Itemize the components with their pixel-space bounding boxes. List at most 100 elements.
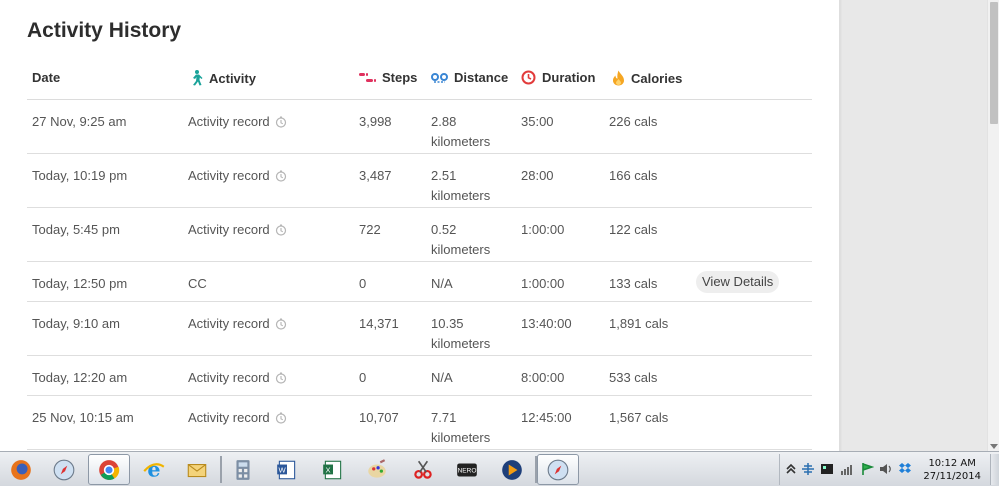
activity-table: Date Activity Steps Distance Duration Ca… xyxy=(27,58,812,450)
table-row[interactable]: Today, 9:10 am Activity record 14,371 10.35… xyxy=(27,302,812,356)
taskbar-button-snipping-tool[interactable] xyxy=(402,454,444,485)
flame-icon xyxy=(613,70,624,86)
taskbar-button-word[interactable]: W xyxy=(266,454,308,485)
chrome-icon xyxy=(99,459,120,480)
timer-icon xyxy=(275,318,286,330)
taskbar-button-safari[interactable] xyxy=(43,454,85,485)
cell-date: Today, 12:20 am xyxy=(32,370,128,385)
cell-steps: 0 xyxy=(359,276,367,291)
media-player-icon xyxy=(502,459,522,480)
firefox-icon xyxy=(11,459,31,480)
column-header-calories[interactable]: Calories xyxy=(612,70,682,86)
cell-duration: 13:40:00 xyxy=(521,316,572,331)
column-header-steps[interactable]: Steps xyxy=(359,70,417,85)
cell-calories: 133 cals xyxy=(609,276,658,291)
cell-distance: 10.35 kilometers xyxy=(431,316,491,351)
table-row[interactable]: 27 Nov, 9:25 am Activity record 3,998 2.88 … xyxy=(27,100,812,154)
system-clock[interactable]: 10:12 AM 27/11/2014 xyxy=(923,457,981,483)
column-header-date[interactable]: Date xyxy=(32,70,60,85)
table-row[interactable]: Today, 10:19 pm Activity record 3,487 2.51 … xyxy=(27,154,812,208)
column-header-activity[interactable]: Activity xyxy=(190,70,256,86)
cell-distance: 0.52 kilometers xyxy=(431,222,491,257)
nero-icon: NERO xyxy=(457,462,477,477)
cell-calories: 122 cals xyxy=(609,222,658,237)
activity-history-card: Activity History Date Activity Steps Dis… xyxy=(0,0,840,451)
show-desktop-button[interactable] xyxy=(990,454,999,485)
location-pins-icon xyxy=(431,72,448,83)
timer-icon xyxy=(275,372,286,384)
cell-date: Today, 5:45 pm xyxy=(32,222,120,237)
signal-strength-icon[interactable] xyxy=(840,462,854,476)
clock-time: 10:12 AM xyxy=(928,458,976,469)
cell-activity: Activity record xyxy=(188,166,287,186)
show-hidden-icons-icon[interactable] xyxy=(784,462,798,476)
table-row[interactable]: Today, 12:50 pm CC 0 N/A 1:00:00 133 cals View… xyxy=(27,262,812,302)
taskbar-button-media-player[interactable] xyxy=(491,454,533,485)
timer-icon xyxy=(275,116,286,128)
cell-activity: Activity record xyxy=(188,368,287,388)
table-row[interactable]: Today, 12:20 am Activity record 0 N/A 8:00:0… xyxy=(27,356,812,396)
cell-duration: 8:00:00 xyxy=(521,370,565,385)
taskbar-button-mail[interactable] xyxy=(176,454,218,485)
table-row[interactable]: 25 Nov, 10:15 am Activity record 10,707 7.7… xyxy=(27,396,812,450)
view-details-button[interactable]: View Details xyxy=(696,271,780,293)
safari-icon xyxy=(53,459,75,480)
timer-icon xyxy=(275,224,286,236)
cell-steps: 0 xyxy=(359,370,367,385)
column-header-distance[interactable]: Distance xyxy=(431,70,508,85)
cell-steps: 722 xyxy=(359,222,381,237)
cell-distance: N/A xyxy=(431,370,453,385)
safari-icon xyxy=(547,459,569,480)
cell-calories: 533 cals xyxy=(609,370,658,385)
cell-duration: 1:00:00 xyxy=(521,222,565,237)
taskbar-button-firefox[interactable] xyxy=(0,454,42,485)
cell-steps: 3,487 xyxy=(359,168,392,183)
cell-calories: 166 cals xyxy=(609,168,658,183)
cell-activity: Activity record xyxy=(188,408,287,428)
cell-activity: CC xyxy=(188,276,207,291)
svg-text:e: e xyxy=(147,458,160,482)
calculator-icon xyxy=(236,459,250,480)
svg-text:X: X xyxy=(326,465,331,474)
cell-distance: N/A xyxy=(431,276,453,291)
snipping-tool-icon xyxy=(414,460,432,479)
taskbar-button-chrome[interactable] xyxy=(88,454,130,485)
dropbox-icon[interactable] xyxy=(898,462,912,476)
cell-date: Today, 12:50 pm xyxy=(32,276,128,291)
system-tray: 10:12 AM 27/11/2014 xyxy=(779,454,999,485)
scrollbar-thumb[interactable] xyxy=(990,2,998,124)
taskbar-button-nero[interactable]: NERO xyxy=(446,454,488,485)
scroll-down-arrow-icon[interactable] xyxy=(990,444,998,449)
page-title: Activity History xyxy=(27,19,182,42)
cell-duration: 1:00:00 xyxy=(521,276,565,291)
cell-date: Today, 9:10 am xyxy=(32,316,120,331)
taskbar-separator xyxy=(220,456,222,483)
taskbar-button-safari[interactable] xyxy=(537,454,579,485)
taskbar-button-internet-explorer[interactable]: e xyxy=(133,454,175,485)
word-icon: W xyxy=(277,460,296,479)
table-header: Date Activity Steps Distance Duration Ca… xyxy=(27,58,812,100)
cell-date: 25 Nov, 10:15 am xyxy=(32,410,134,425)
taskbar-button-paint[interactable] xyxy=(356,454,398,485)
cell-activity: Activity record xyxy=(188,112,287,132)
cell-duration: 28:00 xyxy=(521,168,554,183)
flag-icon[interactable] xyxy=(860,462,874,476)
internet-explorer-icon: e xyxy=(143,458,165,482)
svg-text:W: W xyxy=(278,465,286,474)
timer-icon xyxy=(275,170,286,182)
volume-icon[interactable] xyxy=(879,462,893,476)
taskbar-button-calculator[interactable] xyxy=(222,454,264,485)
windows-taskbar: e W X NERO 10:12 AM 27/11/2014 xyxy=(0,451,999,486)
network-hub-icon[interactable] xyxy=(801,462,815,476)
cell-activity: Activity record xyxy=(188,314,287,334)
timer-icon xyxy=(275,412,286,424)
cell-duration: 12:45:00 xyxy=(521,410,572,425)
table-row[interactable]: Today, 5:45 pm Activity record 722 0.52 kil… xyxy=(27,208,812,262)
walking-person-icon xyxy=(193,70,203,86)
taskbar-button-excel[interactable]: X xyxy=(312,454,354,485)
mail-icon xyxy=(187,463,207,477)
column-header-duration[interactable]: Duration xyxy=(521,70,595,85)
page-scrollbar[interactable] xyxy=(987,0,999,451)
cell-steps: 14,371 xyxy=(359,316,399,331)
device-icon[interactable] xyxy=(820,462,834,476)
